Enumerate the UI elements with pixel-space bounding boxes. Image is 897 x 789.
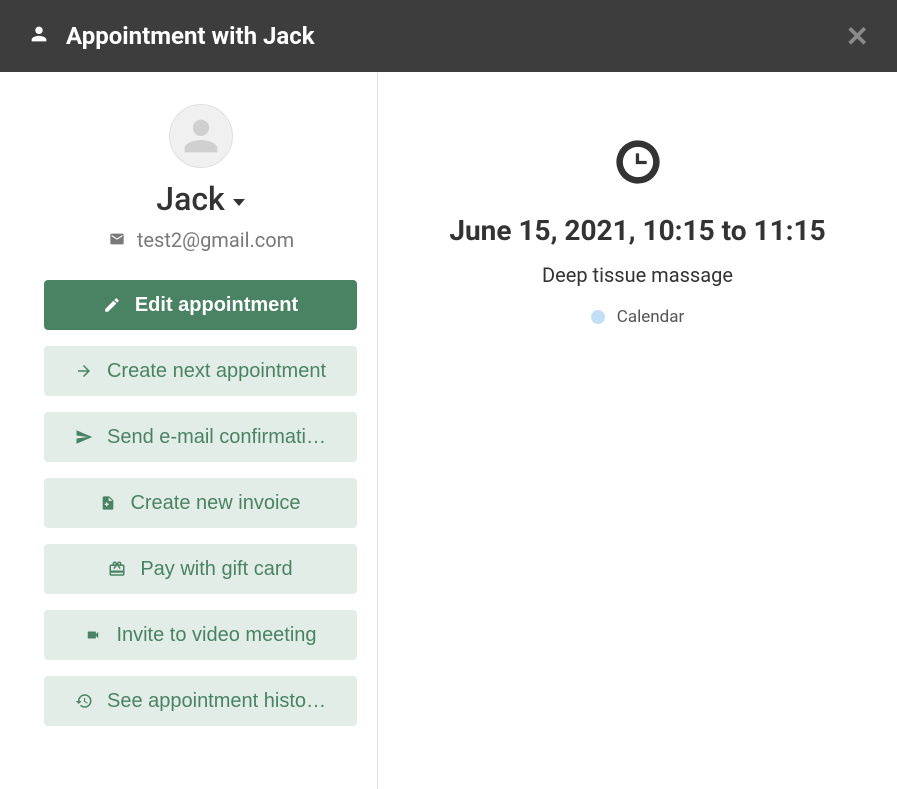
client-panel: Jack test2@gmail.com Edit appointment bbox=[0, 72, 378, 789]
client-name-dropdown[interactable]: Jack bbox=[156, 180, 244, 218]
create-next-appointment-button[interactable]: Create next appointment bbox=[44, 346, 357, 396]
send-email-button[interactable]: Send e-mail confirmati… bbox=[44, 412, 357, 462]
arrow-right-icon bbox=[75, 362, 93, 380]
create-invoice-button[interactable]: Create new invoice bbox=[44, 478, 357, 528]
person-icon bbox=[28, 23, 50, 49]
client-name-label: Jack bbox=[156, 180, 224, 218]
history-icon bbox=[75, 692, 93, 710]
create-next-label: Create next appointment bbox=[107, 360, 326, 383]
invite-video-button[interactable]: Invite to video meeting bbox=[44, 610, 357, 660]
history-label: See appointment histo… bbox=[107, 690, 326, 713]
send-email-label: Send e-mail confirmati… bbox=[107, 426, 326, 449]
avatar bbox=[169, 104, 233, 168]
email-icon bbox=[107, 228, 127, 252]
modal-header: Appointment with Jack ✕ bbox=[0, 0, 897, 72]
pencil-icon bbox=[103, 296, 121, 314]
pay-gift-card-button[interactable]: Pay with gift card bbox=[44, 544, 357, 594]
calendar-color-dot bbox=[591, 310, 605, 324]
video-icon bbox=[84, 628, 102, 642]
appointment-datetime: June 15, 2021, 10:15 to 11:15 bbox=[418, 214, 857, 247]
edit-button-label: Edit appointment bbox=[135, 294, 298, 317]
pay-gift-label: Pay with gift card bbox=[140, 558, 292, 581]
client-email: test2@gmail.com bbox=[44, 228, 357, 252]
create-invoice-label: Create new invoice bbox=[130, 492, 300, 515]
appointment-history-button[interactable]: See appointment histo… bbox=[44, 676, 357, 726]
client-email-text: test2@gmail.com bbox=[137, 228, 294, 252]
send-icon bbox=[75, 428, 93, 446]
calendar-tag: Calendar bbox=[591, 307, 684, 327]
modal-title: Appointment with Jack bbox=[66, 22, 315, 50]
close-icon[interactable]: ✕ bbox=[846, 20, 869, 53]
file-plus-icon bbox=[100, 494, 116, 512]
clock-icon bbox=[612, 136, 664, 188]
edit-appointment-button[interactable]: Edit appointment bbox=[44, 280, 357, 330]
calendar-label: Calendar bbox=[617, 307, 684, 327]
chevron-down-icon bbox=[233, 199, 245, 206]
appointment-details-panel: June 15, 2021, 10:15 to 11:15 Deep tissu… bbox=[378, 72, 897, 789]
invite-video-label: Invite to video meeting bbox=[116, 624, 316, 647]
appointment-service: Deep tissue massage bbox=[418, 263, 857, 287]
gift-icon bbox=[108, 560, 126, 578]
